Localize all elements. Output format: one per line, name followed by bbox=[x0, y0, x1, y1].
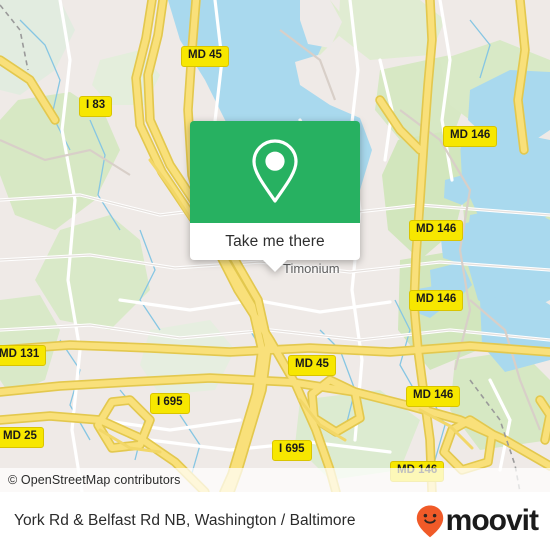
road-shield: MD 146 bbox=[406, 386, 461, 407]
road-shield: I 695 bbox=[150, 393, 190, 414]
footer-bar: York Rd & Belfast Rd NB, Washington / Ba… bbox=[0, 492, 550, 550]
take-me-there-callout[interactable]: Take me there bbox=[190, 121, 360, 272]
attribution-text: © OpenStreetMap contributors bbox=[8, 473, 181, 487]
callout-icon-area bbox=[190, 121, 360, 223]
callout-tail bbox=[262, 259, 288, 272]
road-shield: MD 146 bbox=[409, 290, 464, 311]
road-shield: MD 146 bbox=[409, 220, 464, 241]
moovit-wordmark: moovit bbox=[445, 504, 539, 537]
road-shield: MD 45 bbox=[288, 355, 336, 376]
screenshot-root: MD 45 I 83 MD 146 MD 146 MD 146 MD 131 M… bbox=[0, 0, 550, 550]
road-shield: I 695 bbox=[272, 440, 312, 461]
road-shield: MD 131 bbox=[0, 345, 47, 366]
location-title: York Rd & Belfast Rd NB, Washington / Ba… bbox=[14, 512, 356, 529]
take-me-there-label: Take me there bbox=[225, 232, 325, 250]
road-shield: MD 25 bbox=[0, 427, 44, 448]
moovit-smiley-pin-icon bbox=[416, 505, 443, 538]
map-pin-icon bbox=[252, 139, 298, 203]
take-me-there-button[interactable]: Take me there bbox=[190, 223, 360, 260]
map-attribution: © OpenStreetMap contributors bbox=[0, 468, 550, 492]
road-shield: MD 146 bbox=[443, 126, 498, 147]
moovit-brand: moovit bbox=[415, 504, 550, 538]
place-label-timonium: Timonium bbox=[283, 261, 340, 276]
road-shield: I 83 bbox=[79, 96, 113, 117]
road-shield: MD 45 bbox=[181, 46, 229, 67]
